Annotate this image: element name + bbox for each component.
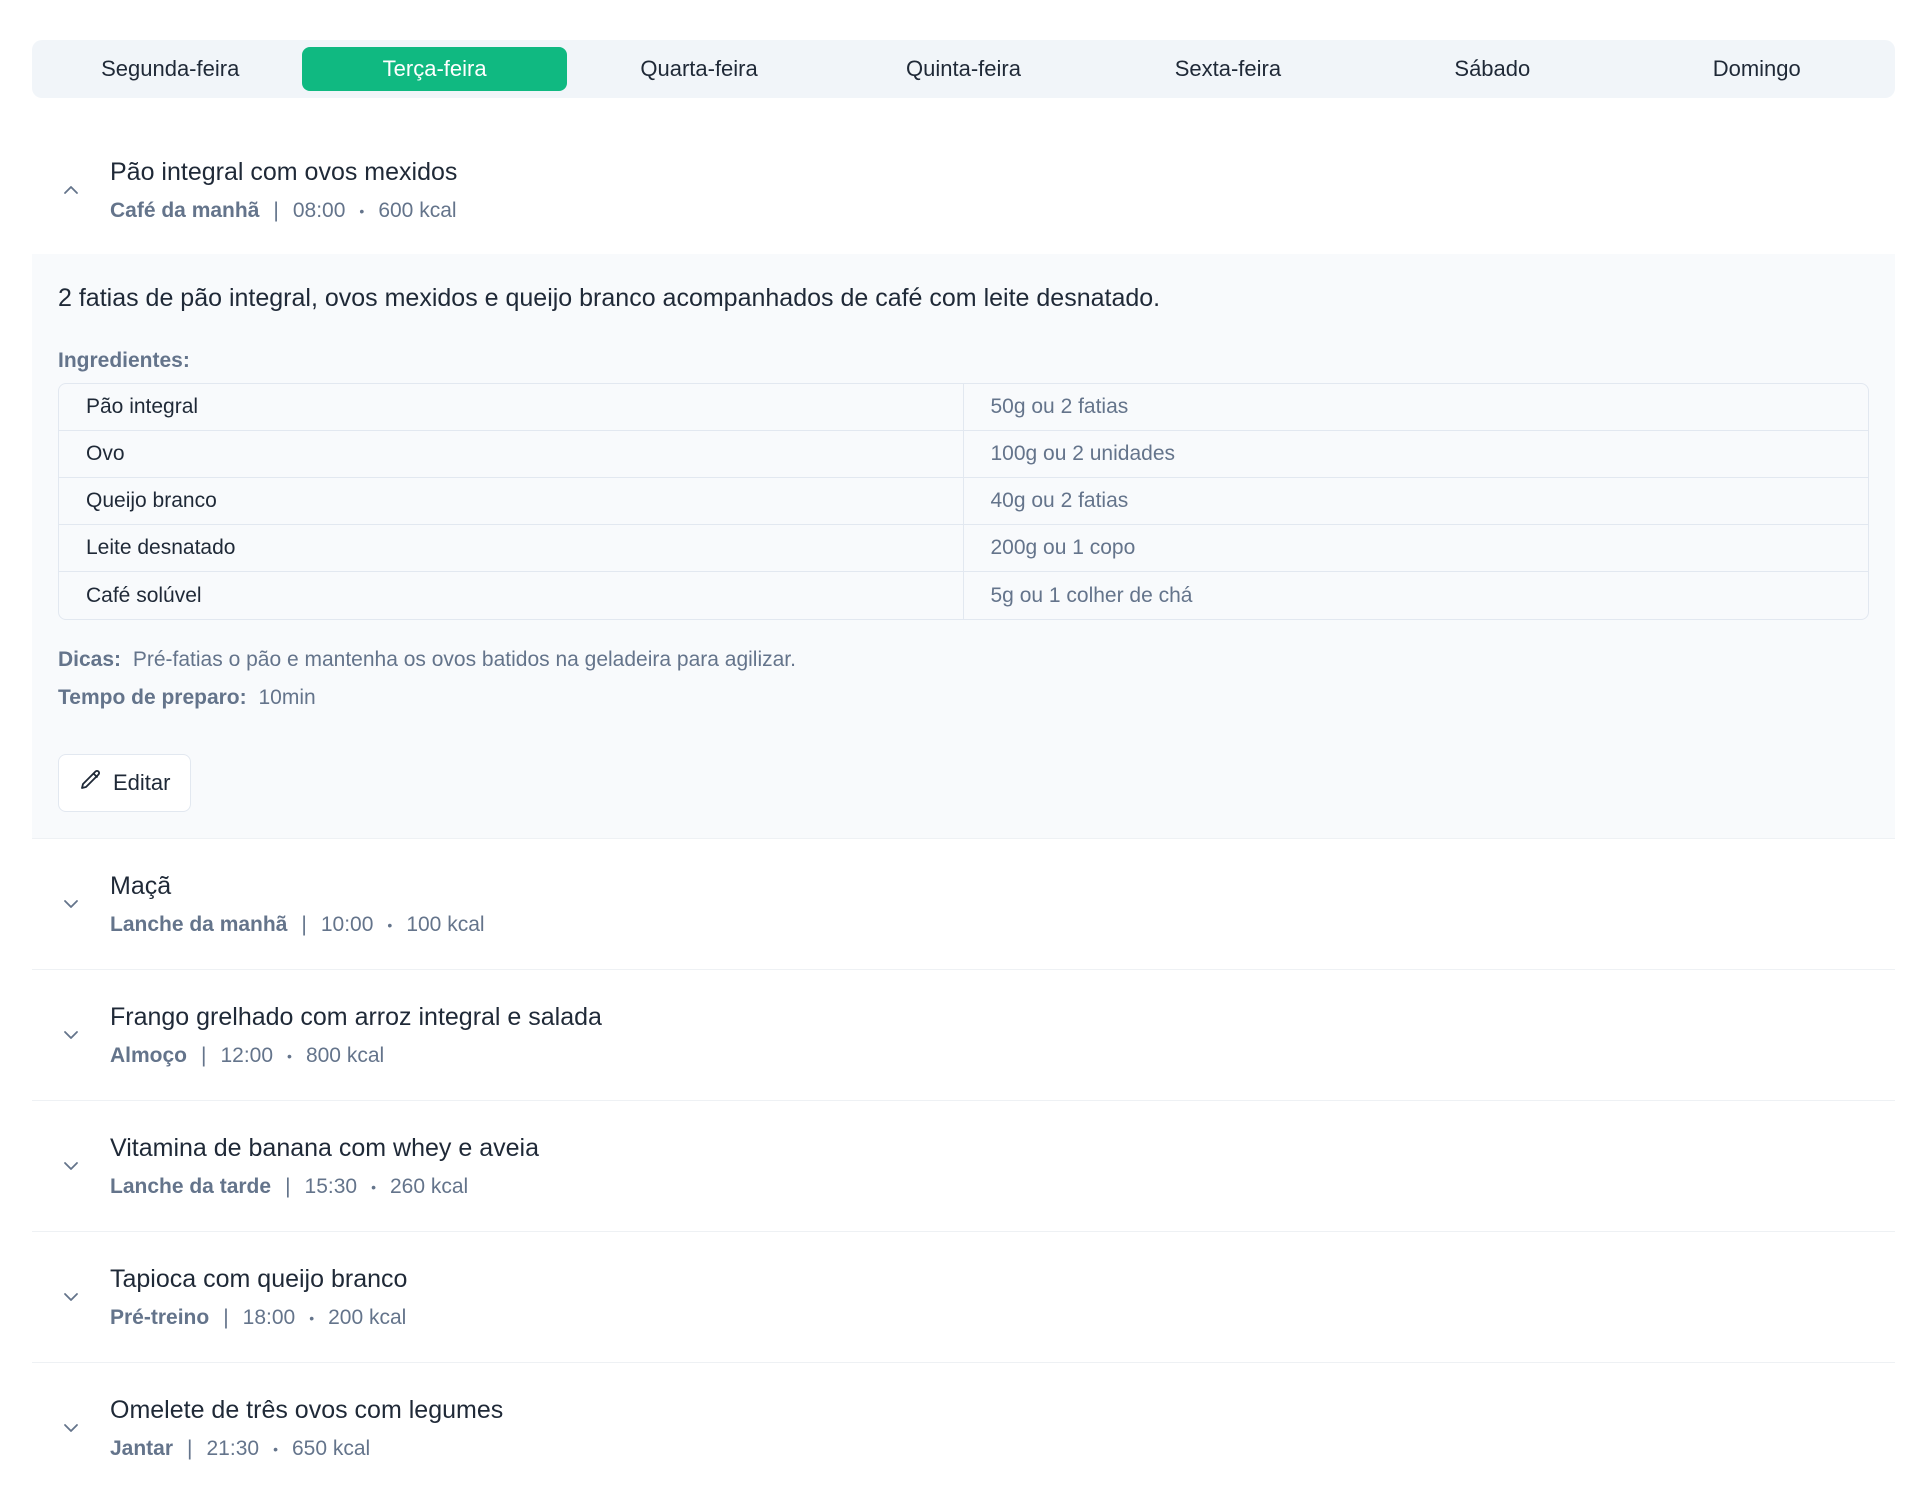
meal-item: Frango grelhado com arroz integral e sal… [32,970,1895,1101]
separator: | [187,1436,193,1460]
meal-header[interactable]: Omelete de três ovos com legumes Jantar … [32,1363,1895,1493]
meal-title: Omelete de três ovos com legumes [110,1395,504,1424]
meal-kcal: 200 kcal [328,1305,407,1329]
meal-title: Vitamina de banana com whey e aveia [110,1133,539,1162]
meal-meta: Lanche da manhã | 10:00 • 100 kcal [110,913,485,937]
meal-header[interactable]: Maçã Lanche da manhã | 10:00 • 100 kcal [32,839,1895,969]
meal-time: 15:30 [304,1174,358,1198]
separator: | [301,912,307,936]
ingredient-name: Pão integral [59,384,964,431]
edit-button-label: Editar [113,770,171,795]
meal-item: Vitamina de banana com whey e aveia Lanc… [32,1101,1895,1232]
separator: | [201,1043,207,1067]
meal-meta: Café da manhã | 08:00 • 600 kcal [110,199,457,223]
table-row: Ovo 100g ou 2 unidades [59,431,1868,478]
meal-type: Lanche da tarde [110,1174,272,1198]
edit-button[interactable]: Editar [58,754,192,812]
dot-separator: • [359,202,365,219]
weekday-tabs: Segunda-feira Terça-feira Quarta-feira Q… [32,40,1895,98]
chevron-down-icon[interactable] [32,1287,110,1307]
meal-title: Pão integral com ovos mexidos [110,157,458,186]
ingredient-qty: 200g ou 1 copo [963,525,1868,572]
table-row: Queijo branco 40g ou 2 fatias [59,478,1868,525]
meal-item: Maçã Lanche da manhã | 10:00 • 100 kcal [32,839,1895,970]
meal-title: Maçã [110,871,172,900]
meal-kcal: 650 kcal [291,1436,371,1460]
meal-meta: Lanche da tarde | 15:30 • 260 kcal [110,1175,539,1199]
meal-header[interactable]: Vitamina de banana com whey e aveia Lanc… [32,1101,1895,1231]
meal-title: Frango grelhado com arroz integral e sal… [110,1002,602,1031]
meal-kcal: 800 kcal [305,1043,385,1067]
ingredient-name: Leite desnatado [59,525,964,572]
meal-title: Tapioca com queijo branco [110,1264,408,1293]
ingredient-qty: 50g ou 2 fatias [963,384,1868,431]
chevron-down-icon[interactable] [32,1418,110,1438]
meal-kcal: 260 kcal [390,1174,469,1198]
meal-header[interactable]: Tapioca com queijo branco Pré-treino | 1… [32,1232,1895,1362]
dot-separator: • [309,1309,315,1326]
separator: | [273,198,279,222]
table-row: Pão integral 50g ou 2 fatias [59,384,1868,431]
meal-type: Almoço [110,1043,188,1067]
meal-time: 18:00 [242,1305,296,1329]
meal-header[interactable]: Frango grelhado com arroz integral e sal… [32,970,1895,1100]
meal-details: 2 fatias de pão integral, ovos mexidos e… [32,254,1895,838]
separator: | [223,1305,229,1329]
ingredient-name: Ovo [59,431,964,478]
ingredient-name: Queijo branco [59,478,964,525]
meal-item: Tapioca com queijo branco Pré-treino | 1… [32,1232,1895,1363]
chevron-down-icon[interactable] [32,1025,110,1045]
ingredients-label: Ingredientes: [58,349,190,372]
table-row: Café solúvel 5g ou 1 colher de chá [59,572,1868,619]
meal-time: 12:00 [220,1043,274,1067]
ingredients-table: Pão integral 50g ou 2 fatias Ovo 100g ou… [58,383,1869,620]
tab-domingo[interactable]: Domingo [1625,47,1889,91]
tab-terca[interactable]: Terça-feira [302,47,567,91]
prep-time: Tempo de preparo: 10min [58,686,1869,710]
meal-meta: Almoço | 12:00 • 800 kcal [110,1044,602,1068]
meal-type: Café da manhã [110,198,260,222]
dot-separator: • [371,1178,376,1195]
dot-separator: • [273,1440,278,1457]
meal-meta: Jantar | 21:30 • 650 kcal [110,1437,503,1461]
meal-meta: Pré-treino | 18:00 • 200 kcal [110,1306,407,1330]
pencil-icon [79,768,103,798]
tab-sabado[interactable]: Sábado [1360,47,1624,91]
meal-type: Pré-treino [110,1305,210,1329]
tab-sexta[interactable]: Sexta-feira [1096,47,1360,91]
separator: | [285,1174,291,1198]
prep-label: Tempo de preparo: [58,686,247,709]
meal-list: Pão integral com ovos mexidos Café da ma… [32,126,1895,1493]
meal-kcal: 100 kcal [406,912,485,936]
ingredient-name: Café solúvel [59,572,964,619]
chevron-down-icon[interactable] [32,894,110,914]
ingredient-qty: 5g ou 1 colher de chá [990,583,1193,607]
meal-description: 2 fatias de pão integral, ovos mexidos e… [58,284,1161,312]
meal-time: 10:00 [320,912,374,936]
meal-header[interactable]: Pão integral com ovos mexidos Café da ma… [32,126,1895,254]
meal-type: Jantar [110,1436,174,1460]
dot-separator: • [287,1047,292,1064]
ingredient-qty: 40g ou 2 fatias [963,478,1868,525]
tips-text: Pré-fatias o pão e mantenha os ovos bati… [132,648,796,671]
meal-item: Pão integral com ovos mexidos Café da ma… [32,126,1895,839]
meal-time: 21:30 [206,1436,260,1460]
chevron-down-icon[interactable] [32,1156,110,1176]
meal-item: Omelete de três ovos com legumes Jantar … [32,1363,1895,1493]
prep-value: 10min [258,686,316,709]
meal-time: 08:00 [292,198,346,222]
tips: Dicas: Pré-fatias o pão e mantenha os ov… [58,648,1869,672]
table-row: Leite desnatado 200g ou 1 copo [59,525,1868,572]
ingredient-qty: 100g ou 2 unidades [963,431,1868,478]
chevron-up-icon[interactable] [32,180,110,200]
tab-quarta[interactable]: Quarta-feira [567,47,831,91]
dot-separator: • [387,916,393,933]
meal-plan: Segunda-feira Terça-feira Quarta-feira Q… [32,40,1895,1493]
meal-kcal: 600 kcal [378,198,457,222]
tab-segunda[interactable]: Segunda-feira [38,47,302,91]
meal-type: Lanche da manhã [110,912,288,936]
tab-quinta[interactable]: Quinta-feira [831,47,1095,91]
tips-label: Dicas: [58,648,122,671]
